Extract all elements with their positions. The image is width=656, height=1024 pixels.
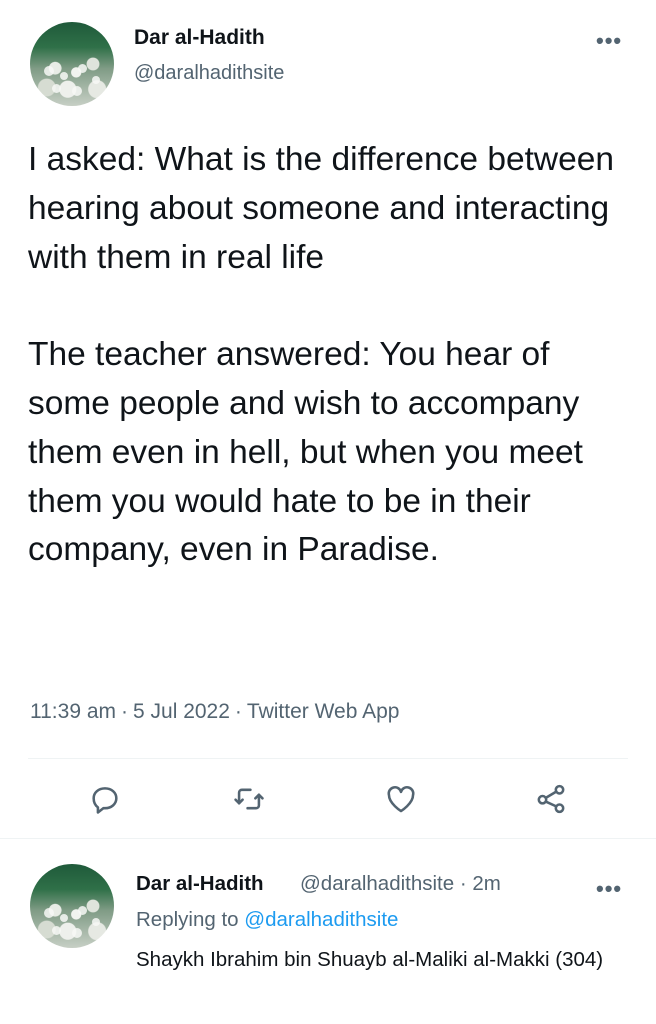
reply-time-ago[interactable]: 2m xyxy=(472,872,500,895)
meta-separator: · xyxy=(121,700,128,723)
replying-to-handle-link[interactable]: @daralhadithsite xyxy=(244,908,398,931)
replying-to-line: Replying to @daralhadithsite xyxy=(136,908,398,932)
author-handle[interactable]: @daralhadithsite xyxy=(134,62,284,85)
tweet-body-text: I asked: What is the difference between … xyxy=(28,141,614,569)
reply-author-name[interactable]: Dar al-Hadith xyxy=(136,872,264,896)
tweet-detail-page: Dar al-Hadith @daralhadithsite ••• I ask… xyxy=(0,0,656,1024)
tweet-source[interactable]: Twitter Web App xyxy=(247,700,400,723)
more-options-icon[interactable]: ••• xyxy=(596,30,622,52)
author-name[interactable]: Dar al-Hadith xyxy=(134,26,265,50)
divider xyxy=(0,838,656,839)
like-icon[interactable] xyxy=(384,782,418,816)
meta-separator: · xyxy=(459,872,467,895)
reply-author-avatar[interactable] xyxy=(30,864,114,948)
reply-author-handle[interactable]: @daralhadithsite xyxy=(300,872,454,895)
author-avatar[interactable] xyxy=(30,22,114,106)
reply-body-text: Shaykh Ibrahim bin Shuayb al-Maliki al-M… xyxy=(136,948,604,971)
tweet-metadata: 11:39 am · 5 Jul 2022 · Twitter Web App xyxy=(30,700,399,724)
meta-separator: · xyxy=(234,700,242,723)
main-tweet: Dar al-Hadith @daralhadithsite ••• I ask… xyxy=(0,0,656,840)
replying-to-prefix: Replying to xyxy=(136,908,239,931)
retweet-icon[interactable] xyxy=(232,782,266,816)
reply-icon[interactable] xyxy=(88,782,122,816)
tweet-time[interactable]: 11:39 am xyxy=(30,700,116,723)
tweet-actions-bar xyxy=(0,768,656,828)
reply-handle-and-time: @daralhadithsite · 2m xyxy=(300,872,501,896)
reply-more-options-icon[interactable]: ••• xyxy=(596,878,622,900)
divider xyxy=(28,758,628,759)
tweet-date[interactable]: 5 Jul 2022 xyxy=(133,700,230,723)
share-icon[interactable] xyxy=(534,782,568,816)
